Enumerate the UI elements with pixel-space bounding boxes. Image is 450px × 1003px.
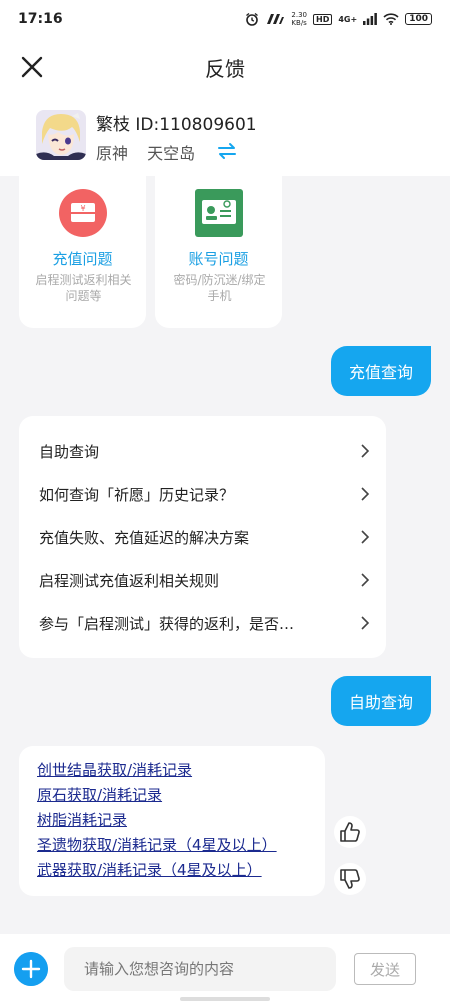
menu-item[interactable]: 参与「启程测试」获得的返利，是否… — [19, 602, 386, 645]
net-speed-unit: KB/s — [291, 19, 307, 27]
send-button[interactable]: 发送 — [354, 953, 416, 985]
status-bar: 17:16 2.30 KB/s HD 4G+ 100 — [0, 0, 450, 38]
chat-area: ¥ 充值问题 启程测试返利相关问题等 账号问题 密码/防沉迷/绑定手机 充值查询… — [0, 176, 450, 934]
add-attachment-button[interactable] — [14, 952, 48, 986]
game-name: 原神 — [96, 144, 129, 163]
net-speed-value: 2.30 — [291, 11, 308, 19]
category-card-account[interactable]: 账号问题 密码/防沉迷/绑定手机 — [155, 176, 282, 328]
battery-indicator: 100 — [405, 13, 432, 25]
switch-account-icon[interactable] — [216, 142, 238, 160]
signal-label: 4G+ — [338, 14, 358, 24]
app-logo-icon — [267, 14, 285, 24]
user-message-bubble[interactable]: 充值查询 — [330, 346, 431, 396]
record-link[interactable]: 树脂消耗记录 — [37, 808, 325, 833]
menu-item-label: 自助查询 — [39, 443, 100, 461]
thumbs-up-icon — [340, 822, 360, 842]
thumbs-down-button[interactable] — [334, 863, 366, 895]
chevron-right-icon — [361, 573, 370, 587]
alarm-icon — [246, 12, 259, 26]
menu-item[interactable]: 自助查询 — [19, 430, 386, 473]
record-link[interactable]: 创世结晶获取/消耗记录 — [37, 758, 325, 783]
home-indicator — [180, 997, 270, 1001]
record-link[interactable]: 武器获取/消耗记录（4星及以上） — [37, 858, 325, 883]
svg-text:¥: ¥ — [80, 204, 85, 213]
thumbs-up-button[interactable] — [334, 816, 366, 848]
close-icon[interactable] — [18, 53, 46, 81]
record-link[interactable]: 圣遗物获取/消耗记录（4星及以上） — [37, 833, 325, 858]
menu-item-label: 启程测试充值返利相关规则 — [39, 572, 220, 590]
category-label: 账号问题 — [188, 250, 249, 268]
input-bar: 发送 — [0, 934, 450, 1003]
page-title: 反馈 — [205, 56, 245, 81]
server-name: 天空岛 — [147, 144, 196, 163]
category-label: 充值问题 — [52, 250, 113, 268]
quick-menu-card: 自助查询 如何查询「祈愿」历史记录？ 充值失败、充值延迟的解决方案 启程测试充值… — [19, 416, 386, 658]
category-desc: 密码/防沉迷/绑定手机 — [173, 273, 266, 303]
record-link[interactable]: 原石获取/消耗记录 — [37, 783, 325, 808]
net-speed: 2.30 KB/s — [291, 11, 307, 27]
id-card-icon — [195, 189, 243, 237]
menu-item[interactable]: 充值失败、充值延迟的解决方案 — [19, 516, 386, 559]
hd-badge: HD — [313, 13, 333, 25]
chevron-right-icon — [361, 616, 370, 630]
status-time: 17:16 — [18, 11, 63, 27]
wifi-icon — [383, 13, 399, 25]
user-message-bubble[interactable]: 自助查询 — [330, 676, 431, 726]
chevron-right-icon — [361, 487, 370, 501]
menu-item-label: 参与「启程测试」获得的返利，是否… — [39, 615, 295, 633]
profile-server: 原神 天空岛 — [96, 140, 209, 164]
category-desc: 启程测试返利相关问题等 — [35, 273, 132, 303]
thumbs-down-icon — [340, 869, 360, 889]
wallet-icon: ¥ — [59, 189, 107, 237]
menu-item-label: 充值失败、充值延迟的解决方案 — [39, 529, 250, 547]
avatar — [36, 110, 86, 160]
menu-item-label: 如何查询「祈愿」历史记录？ — [39, 486, 235, 504]
category-card-recharge[interactable]: ¥ 充值问题 启程测试返利相关问题等 — [19, 176, 146, 328]
page-header: 反馈 — [0, 38, 450, 96]
message-input[interactable] — [64, 947, 336, 991]
profile-name-id: 繁枝 ID:110809601 — [96, 115, 257, 135]
link-list-card: 创世结晶获取/消耗记录 原石获取/消耗记录 树脂消耗记录 圣遗物获取/消耗记录（… — [19, 746, 325, 896]
chevron-right-icon — [361, 530, 370, 544]
menu-item[interactable]: 启程测试充值返利相关规则 — [19, 559, 386, 602]
status-icons: 2.30 KB/s HD 4G+ 100 — [245, 11, 432, 27]
profile-panel: 繁枝 ID:110809601 原神 天空岛 — [0, 96, 450, 176]
chevron-right-icon — [361, 444, 370, 458]
menu-item[interactable]: 如何查询「祈愿」历史记录？ — [19, 473, 386, 516]
signal-bars-icon — [363, 13, 378, 25]
